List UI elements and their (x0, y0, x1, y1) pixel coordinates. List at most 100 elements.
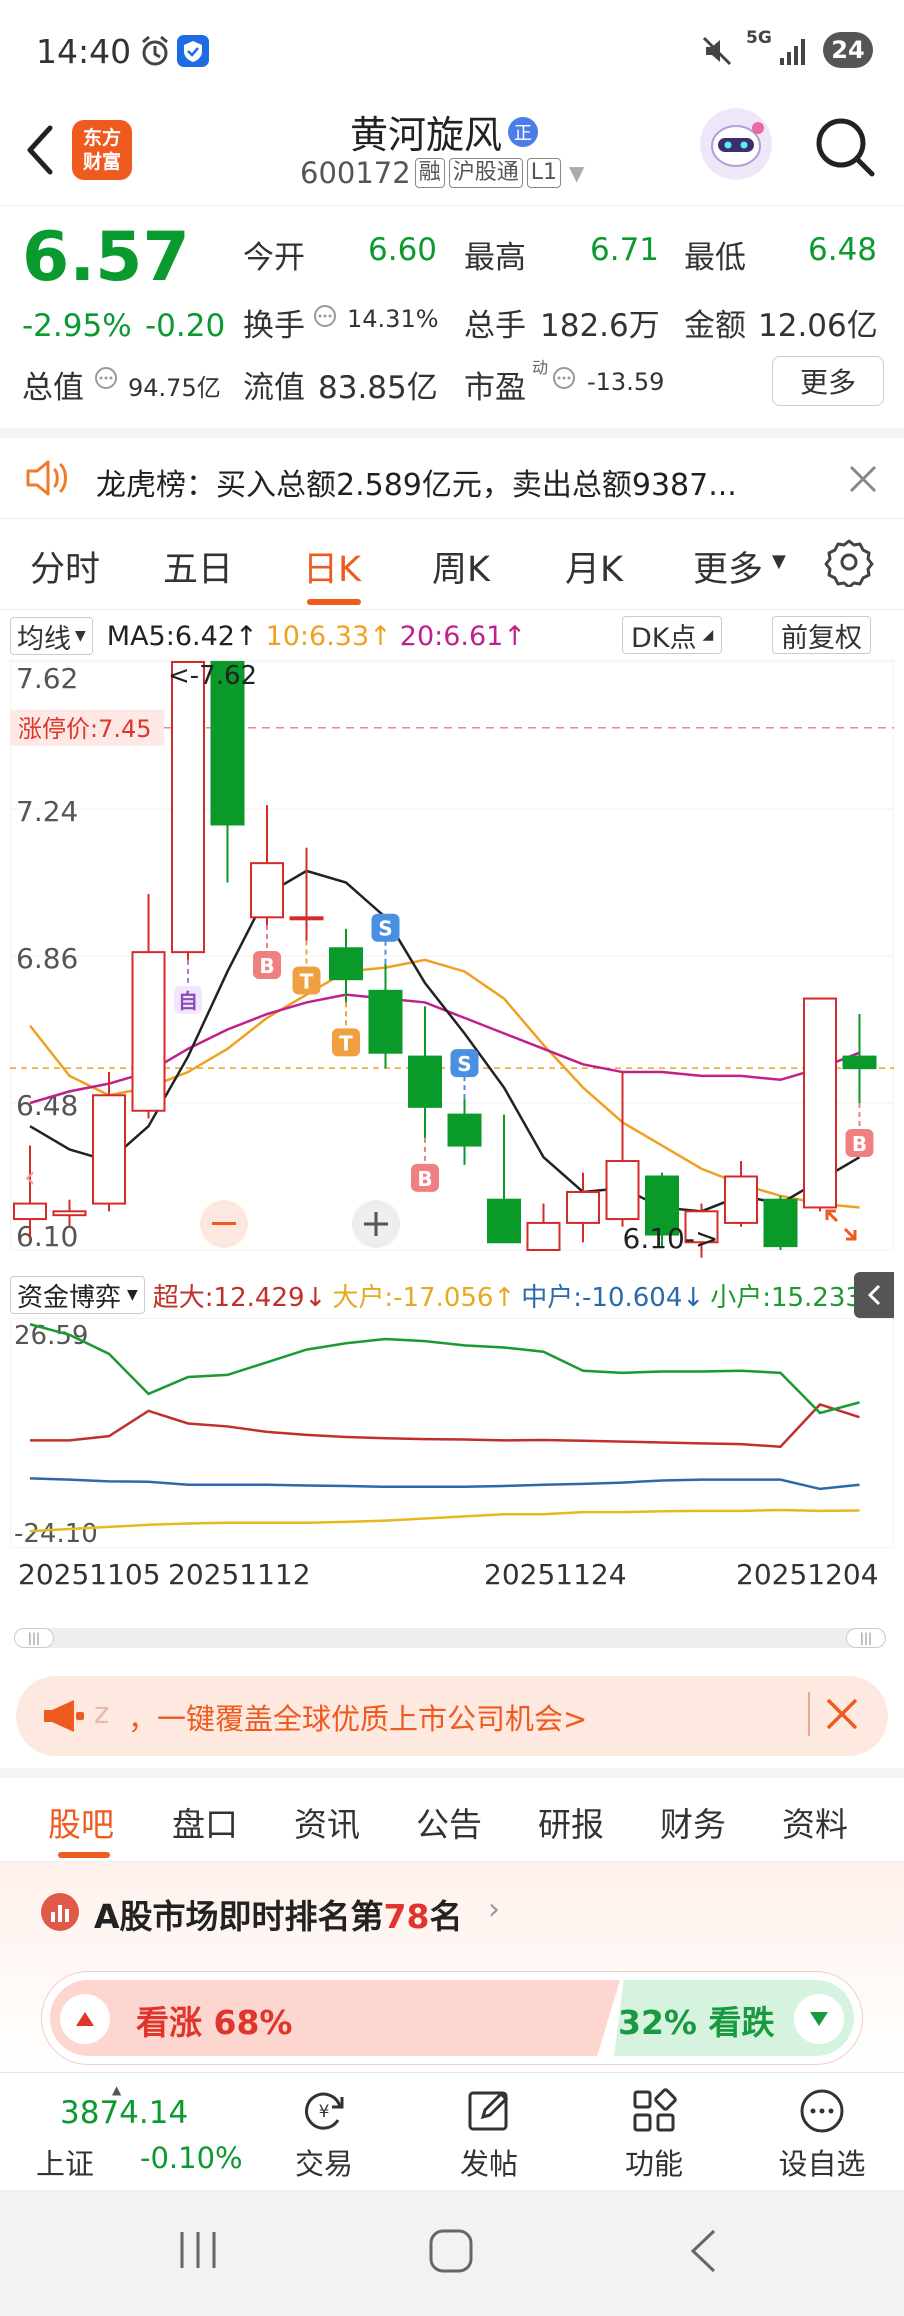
active-subtab-indicator (58, 1852, 110, 1858)
marker-label: S (378, 917, 392, 941)
caret-down-icon: ▼ (127, 1287, 138, 1303)
dk-point-button[interactable]: DK点 ◢ (622, 616, 723, 654)
gear-icon[interactable] (824, 537, 874, 591)
signal-icon (778, 36, 810, 70)
robot-assistant-icon[interactable] (698, 106, 774, 186)
subtab-research[interactable]: 研报 (538, 1798, 604, 1846)
close-icon[interactable] (848, 464, 878, 498)
marker-label: B (259, 954, 274, 978)
notice-bar[interactable]: 龙虎榜：买入总额2.589亿元，卖出总额9387... (0, 428, 904, 516)
ma5-value: MA5:6.42 (106, 620, 235, 652)
ma-select[interactable]: 均线 ▼ (10, 617, 93, 655)
medium-value: 中户:-10.604 (521, 1282, 683, 1313)
scroll-handle-right[interactable]: ||| (846, 1628, 886, 1648)
tab-five-day[interactable]: 五日 (163, 541, 233, 592)
tab-weekly-k[interactable]: 周K (432, 541, 490, 592)
stock-code-row[interactable]: 600172 融 沪股通 L1 ▼ (300, 156, 584, 190)
tab-daily-k[interactable]: 日K (303, 541, 361, 592)
fund-series-line (30, 1403, 860, 1448)
x-tick-4: 20251204 (736, 1558, 879, 1591)
bearish-icon[interactable] (794, 1994, 844, 2044)
nav-trade[interactable]: ¥ 交易 (276, 2087, 372, 2183)
edit-icon (468, 2091, 509, 2131)
candle (329, 947, 363, 981)
nav-add-watchlist[interactable]: 设自选 (770, 2087, 874, 2183)
ma10-value: 10:6.33 (265, 620, 370, 652)
candle (447, 1113, 482, 1147)
caret-down-icon: ▼ (772, 551, 786, 572)
fund-y-bottom-label: -24.10 (14, 1519, 98, 1548)
more-dots-icon (800, 2089, 844, 2133)
float-value: 83.85亿 (318, 370, 438, 406)
scroll-left-icon[interactable]: ‹ (24, 1160, 60, 1196)
info-icon[interactable] (94, 366, 118, 394)
subtab-profile[interactable]: 资料 (782, 1798, 848, 1846)
low-label: 最低 (684, 240, 746, 276)
info-icon[interactable] (313, 304, 337, 332)
candle (408, 1055, 442, 1108)
bullish-icon[interactable] (60, 1994, 110, 2044)
subtab-announcements[interactable]: 公告 (416, 1798, 482, 1846)
subtab-forum[interactable]: 股吧 (48, 1798, 114, 1846)
company-badge: 正 (508, 116, 539, 147)
alarm-icon (138, 34, 172, 72)
fund-flow-select[interactable]: 资金博弈 ▼ (10, 1276, 145, 1314)
index-name[interactable]: 上证 (36, 2141, 94, 2183)
fullscreen-icon[interactable] (824, 1208, 858, 1246)
ranking-text[interactable]: A股市场即时排名第78名 (94, 1890, 462, 1938)
ma10-label: 10:6.33↑ (265, 620, 392, 652)
tab-timeshare[interactable]: 分时 (30, 541, 100, 592)
promo-banner[interactable]: z ，一键覆盖全球优质上市公司机会> (16, 1676, 888, 1756)
more-button[interactable]: 更多 (772, 356, 884, 406)
marker-label: B (852, 1132, 867, 1156)
ma20-label: 20:6.61↑ (399, 620, 526, 652)
subtab-orderbook[interactable]: 盘口 (172, 1798, 238, 1846)
marker-label: 自 (178, 989, 198, 1013)
tag-margin: 融 (414, 158, 445, 188)
back-icon[interactable] (20, 120, 60, 184)
float-label: 流值 (243, 370, 305, 406)
large-label: 大户:-17.056↑ (332, 1282, 516, 1313)
stock-name: 黄河旋风 (350, 113, 503, 157)
last-price: 6.57 (22, 218, 190, 297)
candle (52, 1210, 87, 1217)
y-tick-label: 7.62 (16, 662, 78, 695)
bearish-label: 32% 看跌 (618, 2003, 775, 2042)
ma-select-label: 均线 (17, 623, 71, 655)
back-nav-icon[interactable] (688, 2228, 718, 2278)
candle (368, 989, 403, 1054)
fund-flow-chart[interactable]: 26.59 -24.10 (9, 1317, 895, 1552)
scroll-handle-left[interactable]: ||| (14, 1628, 54, 1648)
chart-scroll-track[interactable]: ||| ||| (14, 1628, 886, 1648)
zoom-in-button[interactable] (352, 1200, 400, 1248)
nav-post[interactable]: 发帖 (441, 2087, 537, 2183)
candle (803, 997, 837, 1209)
small-value: 小户:15.233 (710, 1282, 862, 1313)
pe-label: 市盈 (464, 370, 526, 406)
shield-icon (176, 34, 210, 72)
system-nav-bar (0, 2190, 904, 2316)
home-icon[interactable] (428, 2228, 474, 2278)
index-change[interactable]: -0.10% (140, 2141, 243, 2175)
ma5-label: MA5:6.42↑ (106, 620, 258, 652)
info-icon[interactable] (552, 366, 576, 394)
tab-more[interactable]: 更多 (693, 541, 763, 592)
super-large-label: 超大:12.429↓ (152, 1282, 327, 1313)
dk-point-label: DK点 (631, 622, 697, 654)
adjust-button[interactable]: 前复权 (772, 616, 871, 654)
grid-icon (633, 2088, 677, 2132)
close-icon[interactable] (824, 1696, 860, 1736)
index-value[interactable]: 3874.14 (60, 2095, 188, 2131)
search-icon[interactable] (812, 114, 878, 184)
pe-value: -13.59 (587, 368, 665, 396)
collapse-panel-button[interactable] (854, 1272, 894, 1318)
subtab-news[interactable]: 资讯 (294, 1798, 360, 1846)
candle (724, 1175, 758, 1224)
recent-apps-icon[interactable] (176, 2230, 220, 2274)
pe-superscript: 动 (532, 358, 549, 377)
subtab-financials[interactable]: 财务 (660, 1798, 726, 1846)
kline-chart[interactable]: 7.62 7.24 6.86 6.48 6.10 涨停价:7.45 <-7.62 6.10->… (9, 659, 895, 1274)
zoom-out-button[interactable] (200, 1200, 248, 1248)
nav-functions[interactable]: 功能 (606, 2087, 702, 2183)
tab-monthly-k[interactable]: 月K (565, 541, 623, 592)
